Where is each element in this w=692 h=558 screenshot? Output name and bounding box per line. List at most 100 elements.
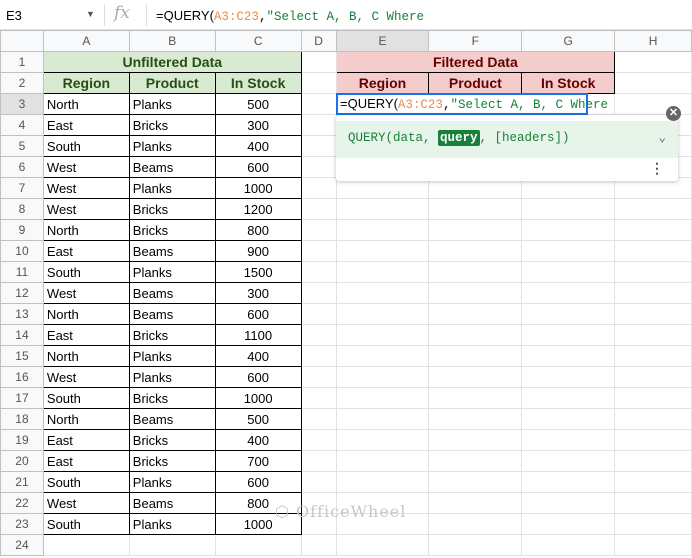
- cell[interactable]: [521, 387, 616, 409]
- cell[interactable]: [428, 303, 523, 325]
- region-cell[interactable]: South: [42, 135, 130, 157]
- cell[interactable]: [614, 324, 692, 346]
- cell[interactable]: [335, 471, 430, 493]
- region-cell[interactable]: North: [42, 93, 130, 115]
- cell[interactable]: [521, 450, 616, 472]
- region-cell[interactable]: South: [42, 471, 130, 493]
- cell[interactable]: [614, 219, 692, 241]
- cell[interactable]: [428, 324, 523, 346]
- cell[interactable]: [521, 429, 616, 451]
- stock-cell[interactable]: 1000: [214, 177, 302, 199]
- cell[interactable]: [300, 219, 337, 241]
- cell[interactable]: [614, 471, 692, 493]
- product-cell[interactable]: Bricks: [128, 429, 216, 451]
- cell[interactable]: [335, 534, 430, 556]
- stock-cell[interactable]: 600: [214, 156, 302, 178]
- region-cell[interactable]: West: [42, 366, 130, 388]
- cell[interactable]: [335, 366, 430, 388]
- header-cell[interactable]: Product: [428, 72, 523, 94]
- name-box[interactable]: E3: [6, 8, 22, 23]
- product-cell[interactable]: Bricks: [128, 450, 216, 472]
- cell[interactable]: [521, 240, 616, 262]
- header-cell[interactable]: Region: [42, 72, 130, 94]
- column-header-b[interactable]: B: [128, 30, 216, 52]
- header-cell[interactable]: In Stock: [521, 72, 616, 94]
- cell[interactable]: [521, 534, 616, 556]
- stock-cell[interactable]: 700: [214, 450, 302, 472]
- product-cell[interactable]: Planks: [128, 135, 216, 157]
- region-cell[interactable]: North: [42, 303, 130, 325]
- row-header[interactable]: 20: [0, 450, 44, 472]
- cell[interactable]: [614, 366, 692, 388]
- region-cell[interactable]: South: [42, 387, 130, 409]
- cell[interactable]: [614, 450, 692, 472]
- column-header-d[interactable]: D: [300, 30, 337, 52]
- row-header[interactable]: 16: [0, 366, 44, 388]
- cell[interactable]: [428, 282, 523, 304]
- cell[interactable]: [300, 429, 337, 451]
- cell[interactable]: [428, 429, 523, 451]
- cell[interactable]: [614, 513, 692, 535]
- cell[interactable]: [300, 198, 337, 220]
- stock-cell[interactable]: 400: [214, 135, 302, 157]
- stock-cell[interactable]: 900: [214, 240, 302, 262]
- cell[interactable]: [614, 492, 692, 514]
- cell[interactable]: [300, 324, 337, 346]
- product-cell[interactable]: Planks: [128, 261, 216, 283]
- cell[interactable]: [428, 261, 523, 283]
- region-cell[interactable]: East: [42, 429, 130, 451]
- product-cell[interactable]: Beams: [128, 156, 216, 178]
- row-header[interactable]: 23: [0, 513, 44, 535]
- cell[interactable]: [614, 261, 692, 283]
- cell[interactable]: [335, 198, 430, 220]
- column-header-f[interactable]: F: [428, 30, 523, 52]
- region-cell[interactable]: West: [42, 177, 130, 199]
- cell[interactable]: [335, 429, 430, 451]
- cell[interactable]: [300, 156, 337, 178]
- cell[interactable]: [521, 492, 616, 514]
- cell-editor[interactable]: =QUERY(A3:C23,"Select A, B, C Where: [336, 93, 608, 115]
- cell[interactable]: [614, 72, 692, 94]
- row-header[interactable]: 2: [0, 72, 44, 94]
- cell[interactable]: [428, 219, 523, 241]
- product-cell[interactable]: Planks: [128, 366, 216, 388]
- region-cell[interactable]: East: [42, 450, 130, 472]
- product-cell[interactable]: Bricks: [128, 219, 216, 241]
- row-header[interactable]: 19: [0, 429, 44, 451]
- function-signature[interactable]: QUERY(data, query, [headers]) ⌄: [336, 121, 678, 158]
- cell[interactable]: [614, 51, 692, 73]
- row-header[interactable]: 21: [0, 471, 44, 493]
- cell[interactable]: [335, 450, 430, 472]
- product-cell[interactable]: Planks: [128, 177, 216, 199]
- product-cell[interactable]: Bricks: [128, 324, 216, 346]
- region-cell[interactable]: East: [42, 240, 130, 262]
- cell[interactable]: [614, 387, 692, 409]
- stock-cell[interactable]: 600: [214, 366, 302, 388]
- region-cell[interactable]: East: [42, 324, 130, 346]
- cell[interactable]: [335, 261, 430, 283]
- cell[interactable]: [42, 534, 130, 556]
- column-header-c[interactable]: C: [214, 30, 302, 52]
- row-header[interactable]: 14: [0, 324, 44, 346]
- region-cell[interactable]: South: [42, 261, 130, 283]
- formula-input[interactable]: =QUERY(A3:C23,"Select A, B, C Where: [156, 8, 424, 24]
- cell[interactable]: [521, 324, 616, 346]
- cell[interactable]: [614, 345, 692, 367]
- stock-cell[interactable]: 500: [214, 408, 302, 430]
- cell[interactable]: [335, 345, 430, 367]
- stock-cell[interactable]: 1000: [214, 387, 302, 409]
- header-cell[interactable]: Region: [335, 72, 430, 94]
- row-header[interactable]: 3: [0, 93, 44, 115]
- region-cell[interactable]: West: [42, 198, 130, 220]
- stock-cell[interactable]: 400: [214, 345, 302, 367]
- cell[interactable]: [300, 240, 337, 262]
- cell[interactable]: [614, 408, 692, 430]
- row-header[interactable]: 8: [0, 198, 44, 220]
- cell[interactable]: [300, 135, 337, 157]
- cell[interactable]: [428, 366, 523, 388]
- header-cell[interactable]: In Stock: [214, 72, 302, 94]
- row-header[interactable]: 10: [0, 240, 44, 262]
- cell[interactable]: [521, 345, 616, 367]
- product-cell[interactable]: Planks: [128, 513, 216, 535]
- stock-cell[interactable]: 300: [214, 282, 302, 304]
